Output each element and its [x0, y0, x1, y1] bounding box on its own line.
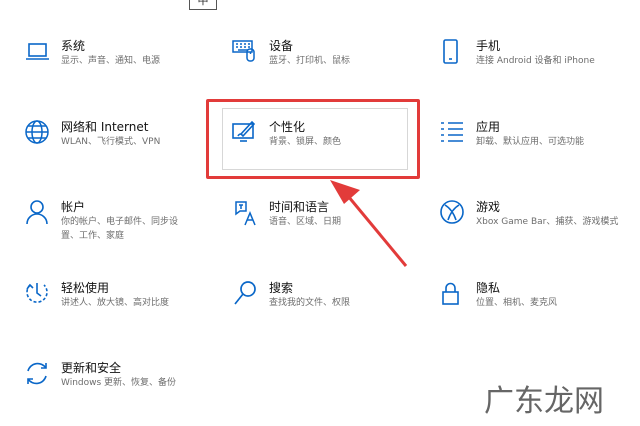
- red-arrow: [330, 180, 408, 267]
- watermark-text: 广东龙网: [484, 384, 604, 419]
